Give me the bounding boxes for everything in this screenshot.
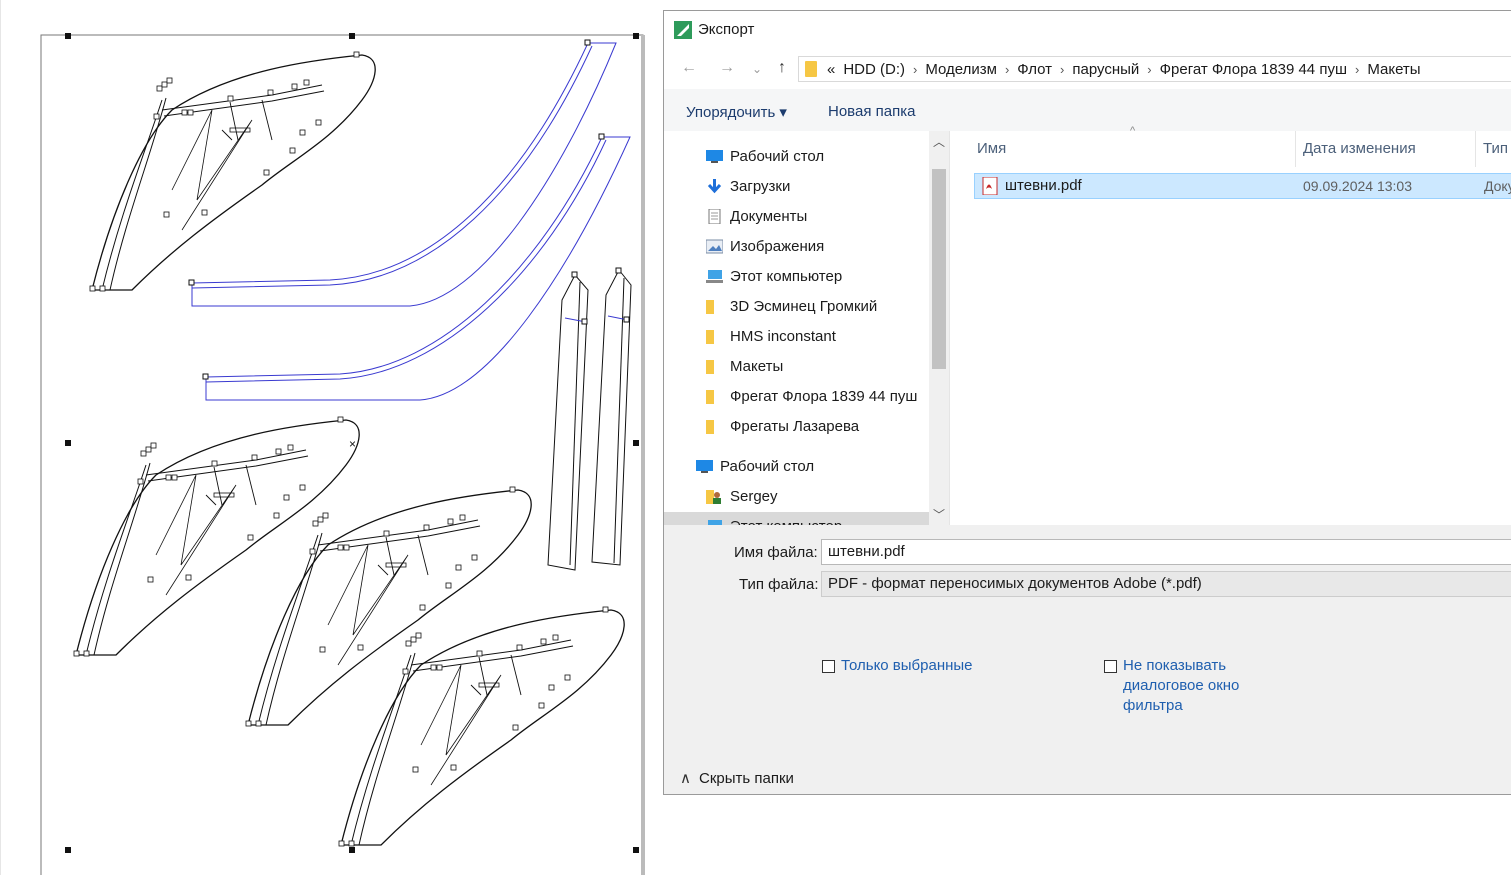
breadcrumb-flot[interactable]: Флот	[1017, 61, 1052, 78]
file-type: Доку	[1484, 178, 1511, 194]
file-row[interactable]: штевни.pdf 09.09.2024 13:03 Доку	[974, 173, 1511, 199]
nav-item-label: Загрузки	[730, 178, 791, 195]
back-arrow-icon[interactable]: ←	[678, 59, 700, 77]
nav-item-label: Документы	[730, 208, 808, 225]
breadcrumb-makety[interactable]: Макеты	[1367, 61, 1420, 78]
title-bar: Экспорт	[664, 11, 1511, 49]
nav-item-label: HMS inconstant	[730, 328, 836, 345]
page-border	[40, 34, 644, 878]
sternpost-2[interactable]	[591, 267, 632, 566]
stem-piece-1[interactable]	[89, 51, 376, 292]
column-divider[interactable]	[1475, 131, 1476, 167]
filename-label: Имя файла:	[734, 544, 818, 561]
scroll-down-chevron-icon[interactable]: ﹀	[933, 506, 945, 523]
computer-icon	[706, 270, 723, 283]
stem-piece-2[interactable]	[73, 416, 360, 657]
dont-show-filter-checkbox[interactable]	[1104, 660, 1117, 673]
address-bar[interactable]: « HDD (D:) › Моделизм › Флот › парусный …	[798, 56, 1511, 82]
nav-item-label: Этот компьютер	[730, 512, 842, 525]
nav-scrollbar[interactable]: ︿ ﹀	[929, 131, 949, 525]
column-divider[interactable]	[1295, 131, 1296, 167]
scroll-thumb[interactable]	[932, 169, 946, 369]
nav-item-label: Фрегаты Лазарева	[730, 418, 860, 435]
organize-button[interactable]: Упорядочить ▾	[686, 103, 787, 121]
navigation-pane[interactable]: Рабочий стол 📌 Загрузки 📌 Документы 📌 Из…	[664, 131, 949, 525]
nav-item-label: Sergey	[730, 488, 778, 505]
drawing-svg[interactable]: ×	[0, 0, 663, 878]
breadcrumb-separator-icon[interactable]: ›	[1355, 62, 1359, 77]
breadcrumb-parusny[interactable]: парусный	[1072, 61, 1139, 78]
sort-ascending-icon: ^	[1130, 125, 1136, 137]
dont-show-filter-label[interactable]: Не показывать диалоговое окно фильтра	[1123, 656, 1263, 716]
command-bar: Упорядочить ▾ Новая папка	[664, 89, 1511, 131]
center-marker: ×	[349, 437, 356, 451]
folder-icon	[805, 61, 817, 77]
download-icon	[707, 179, 722, 194]
nav-item-label: 3D Эсминец Громкий	[730, 298, 878, 315]
folder-icon	[706, 420, 714, 434]
folder-icon	[706, 360, 714, 374]
drawing-canvas[interactable]: ×	[0, 0, 663, 878]
folder-icon	[706, 300, 714, 314]
breadcrumb-modelism[interactable]: Моделизм	[925, 61, 997, 78]
stem-piece-3[interactable]	[245, 486, 532, 727]
breadcrumb-fregat[interactable]: Фрегат Флора 1839 44 пуш	[1160, 61, 1347, 78]
export-dialog: Экспорт ← → ⌄ ↑ « HDD (D:) › Моделизм › …	[663, 10, 1511, 795]
filetype-select[interactable]: PDF - формат переносимых документов Adob…	[821, 571, 1511, 597]
dialog-title: Экспорт	[698, 21, 755, 38]
only-selected-checkbox[interactable]	[822, 660, 835, 673]
chevron-up-icon: ∧	[680, 770, 691, 787]
up-arrow-icon[interactable]: ↑	[771, 59, 793, 77]
breadcrumb-separator-icon[interactable]: ›	[913, 62, 917, 77]
coreldraw-app-icon	[674, 21, 692, 39]
column-header-type[interactable]: Тип	[1483, 131, 1508, 167]
nav-item-this-pc-tree[interactable]: Этот компьютер	[664, 512, 929, 525]
navigation-row: ← → ⌄ ↑ « HDD (D:) › Моделизм › Флот › п…	[664, 49, 1511, 89]
hide-folders-button[interactable]: ∧ Скрыть папки	[680, 769, 794, 787]
desktop-icon	[706, 150, 723, 163]
breadcrumb-separator-icon[interactable]: ›	[1060, 62, 1064, 77]
save-options-pane: Имя файла: штевни.pdf Тип файла: PDF - ф…	[664, 525, 1511, 794]
column-header-name[interactable]: Имя	[977, 131, 1006, 167]
documents-icon	[708, 209, 721, 224]
stem-piece-4[interactable]	[338, 606, 625, 847]
breadcrumb-overflow[interactable]: «	[827, 61, 835, 78]
file-list[interactable]: ^ Имя Дата изменения Тип штевни.pdf 09.0…	[949, 125, 1511, 525]
sternpost-1[interactable]	[547, 271, 589, 571]
folder-icon	[706, 390, 714, 404]
file-date: 09.09.2024 13:03	[1303, 178, 1412, 194]
pdf-file-icon	[982, 177, 998, 195]
keel-curve-1[interactable]	[188, 39, 617, 307]
breadcrumb-hdd[interactable]: HDD (D:)	[843, 61, 905, 78]
nav-item-label: Макеты	[730, 358, 784, 375]
new-folder-button[interactable]: Новая папка	[828, 103, 915, 120]
desktop-icon	[696, 460, 713, 473]
hide-folders-label: Скрыть папки	[698, 770, 794, 787]
nav-item-label: Этот компьютер	[730, 268, 843, 285]
breadcrumb-separator-icon[interactable]: ›	[1147, 62, 1151, 77]
column-header-date[interactable]: Дата изменения	[1303, 131, 1416, 167]
folder-icon	[706, 330, 714, 344]
filename-input[interactable]: штевни.pdf	[821, 539, 1511, 565]
nav-item-label: Фрегат Флора 1839 44 пуш	[730, 388, 918, 405]
nav-item-label: Рабочий стол	[730, 148, 825, 165]
breadcrumb-separator-icon[interactable]: ›	[1005, 62, 1009, 77]
file-name: штевни.pdf	[1005, 177, 1082, 194]
nav-item-label: Рабочий стол	[720, 458, 815, 475]
scroll-up-chevron-icon[interactable]: ︿	[933, 133, 945, 150]
forward-arrow-icon[interactable]: →	[716, 59, 738, 77]
pictures-icon	[706, 239, 723, 254]
filetype-label: Тип файла:	[739, 576, 819, 593]
only-selected-label[interactable]: Только выбранные	[841, 656, 973, 676]
nav-item-label: Изображения	[730, 238, 825, 255]
recent-chevron-down-icon[interactable]: ⌄	[746, 62, 768, 76]
user-folder-icon	[706, 490, 721, 504]
